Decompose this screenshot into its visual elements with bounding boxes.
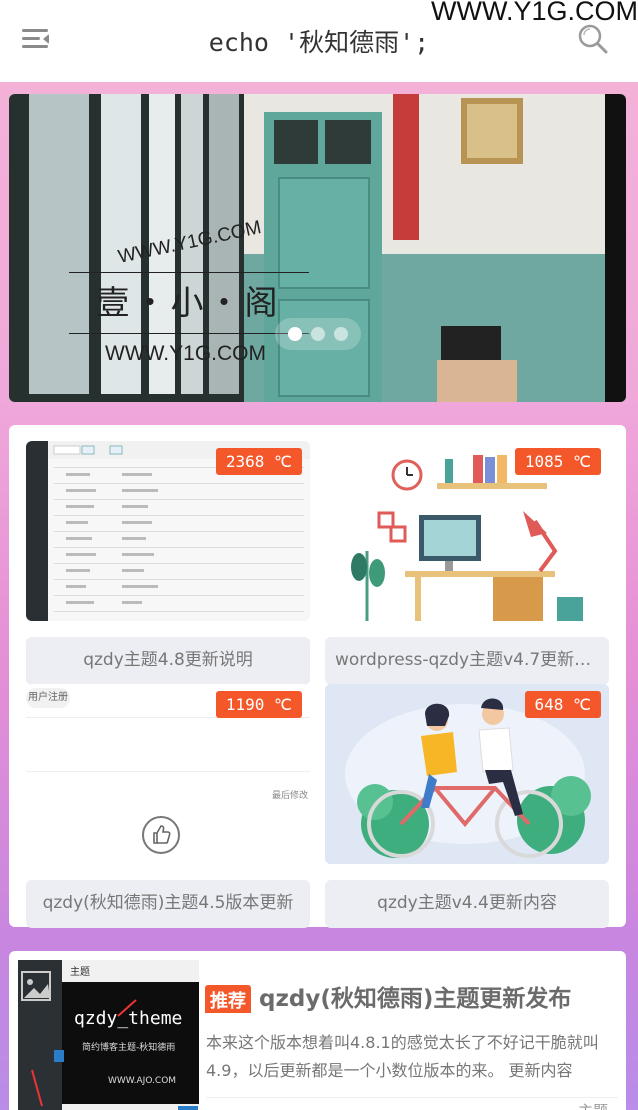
post-card[interactable]: 2368 ℃ qzdy主题4.8更新说明 (26, 441, 310, 685)
post-thumbnail: 648 ℃ (325, 684, 609, 864)
carousel-dot-2[interactable] (311, 327, 325, 341)
post-thumbnail: 2368 ℃ (26, 441, 310, 621)
post-card[interactable]: 用户注册 最后修改 1190 ℃ qzdy(秋知德雨)主题4.5版本更新 (26, 684, 310, 928)
post-title[interactable]: qzdy主题4.8更新说明 (26, 637, 310, 685)
views-badge: 2368 ℃ (215, 448, 302, 475)
search-icon[interactable] (578, 24, 608, 54)
menu-icon[interactable] (22, 27, 50, 51)
thumb-register-label: 用户注册 (26, 688, 70, 708)
featured-meta: 主题 (206, 1097, 618, 1110)
post-card[interactable]: 648 ℃ qzdy主题v4.4更新内容 (325, 684, 609, 928)
post-grid: 2368 ℃ qzdy主题4.8更新说明 1085 ℃ wordpress-qz… (9, 425, 626, 928)
carousel-indicators (275, 318, 361, 350)
banner-watermark-bottom: WWW.Y1G.COM (105, 342, 266, 365)
featured-title[interactable]: 推荐 qzdy(秋知德雨)主题更新发布 (205, 979, 617, 1013)
featured-excerpt: 本来这个版本想着叫4.8.1的感觉太长了不好记干脆就叫4.9，以后更新都是一个小… (206, 1033, 599, 1080)
banner-image (9, 94, 626, 402)
post-title[interactable]: qzdy(秋知德雨)主题4.5版本更新 (26, 880, 310, 928)
views-badge: 648 ℃ (524, 691, 601, 718)
views-badge: 1190 ℃ (215, 691, 302, 718)
thumb-site-text: WWW.AJO.COM (108, 1076, 177, 1086)
like-icon (142, 816, 180, 854)
featured-thumbnail: 主题 qzdy_theme 简约博客主题-秋知德雨 WWW.AJO.COM (18, 960, 199, 1110)
thumb-tagline: 简约博客主题-秋知德雨 (82, 1043, 176, 1053)
banner-logo: 壹・小・阁 (69, 272, 309, 334)
featured-title-text[interactable]: qzdy(秋知德雨)主题更新发布 (259, 986, 571, 1012)
thumb-logo-text: qzdy_theme (74, 1008, 183, 1029)
thumb-last-modified: 最后修改 (271, 791, 308, 801)
recommend-badge: 推荐 (205, 984, 251, 1013)
hero-carousel[interactable]: 壹・小・阁 WWW.Y1G.COM WWW.Y1G.COM (9, 94, 626, 402)
category-label[interactable]: 主题 (578, 1100, 608, 1110)
post-title[interactable]: wordpress-qzdy主题v4.7更新说明 (325, 637, 609, 685)
post-thumbnail: 用户注册 最后修改 1190 ℃ (26, 684, 310, 864)
site-watermark: WWW.Y1G.COM (431, 0, 638, 26)
site-title[interactable]: echo '秋知德雨'; (209, 23, 429, 59)
post-thumbnail: 1085 ℃ (325, 441, 609, 621)
carousel-dot-3[interactable] (334, 327, 348, 341)
post-title[interactable]: qzdy主题v4.4更新内容 (325, 880, 609, 928)
featured-post[interactable]: 主题 qzdy_theme 简约博客主题-秋知德雨 WWW.AJO.COM 推荐… (9, 951, 626, 1110)
post-card[interactable]: 1085 ℃ wordpress-qzdy主题v4.7更新说明 (325, 441, 609, 685)
views-badge: 1085 ℃ (514, 448, 601, 475)
thumb-theme-label: 主题 (70, 967, 90, 978)
carousel-dot-1[interactable] (288, 327, 302, 341)
